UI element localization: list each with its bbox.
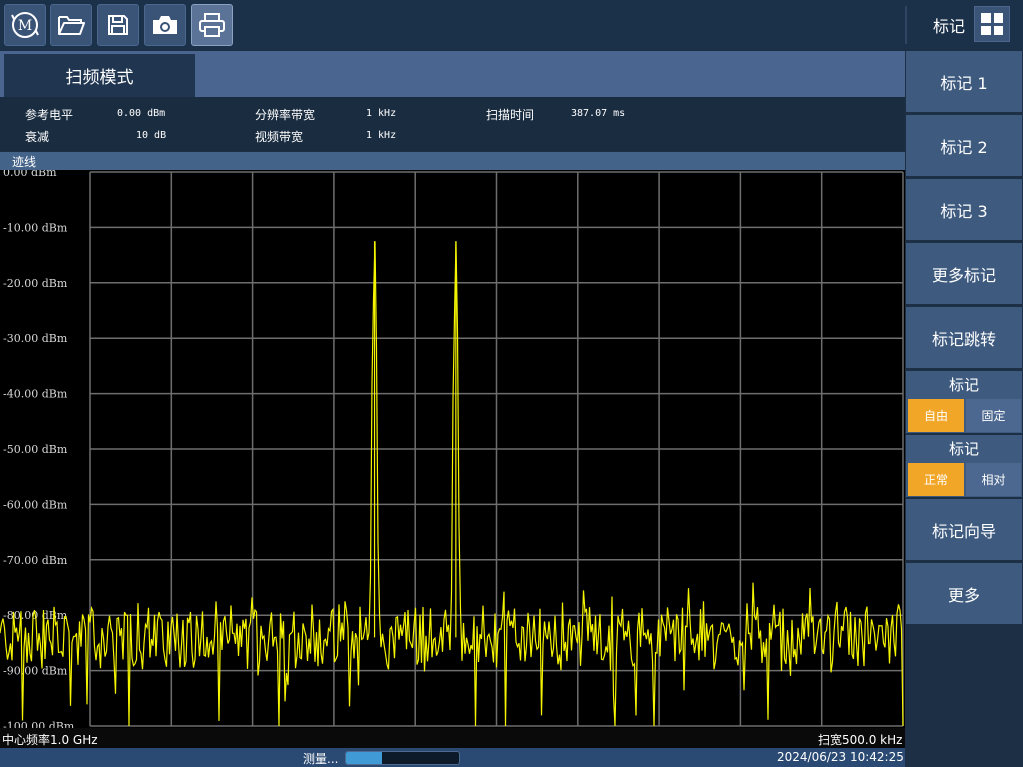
progress-fill bbox=[346, 752, 383, 764]
mode-button[interactable]: M bbox=[4, 4, 46, 46]
spectrum-chart: 0.00 dBm -10.00 dBm -20.00 dBm -30.00 dBm -4… bbox=[0, 170, 904, 728]
camera-icon bbox=[153, 16, 177, 34]
datetime: 2024/06/23 10:42:25 bbox=[777, 750, 904, 764]
marker-relative-toggle[interactable]: 相对 bbox=[966, 463, 1021, 496]
y-tick-label: -10.00 dBm bbox=[3, 221, 68, 234]
atten-value: 10 dB bbox=[136, 130, 167, 141]
marker-3-button[interactable]: 标记 3 bbox=[906, 179, 1022, 240]
ref-level-value: 0.00 dBm bbox=[117, 108, 166, 119]
span-value[interactable]: 扫宽500.0 kHz bbox=[818, 731, 902, 748]
y-tick-label: 0.00 dBm bbox=[3, 170, 57, 179]
marker-type-group: 标记 正常 相对 bbox=[906, 435, 1022, 497]
menu-title: 标记 bbox=[933, 17, 966, 36]
marker-mode-label: 标记 bbox=[948, 376, 979, 394]
spectrum-trace bbox=[0, 241, 904, 727]
trace-bar[interactable]: 迹线 bbox=[0, 152, 905, 170]
marker-normal-toggle[interactable]: 正常 bbox=[908, 463, 964, 496]
ref-level-label: 参考电平 bbox=[25, 108, 74, 122]
y-tick-label: -40.00 dBm bbox=[3, 388, 68, 401]
y-tick-label: -60.00 dBm bbox=[3, 498, 68, 511]
printer-icon bbox=[199, 13, 225, 37]
y-tick-label: -100.00 dBm bbox=[3, 720, 75, 728]
print-button[interactable] bbox=[191, 4, 233, 46]
marker-type-label: 标记 bbox=[948, 440, 979, 458]
tab-bar: 扫频模式 bbox=[0, 51, 905, 97]
y-tick-label: -30.00 dBm bbox=[3, 332, 68, 345]
open-button[interactable] bbox=[50, 4, 92, 46]
save-button[interactable] bbox=[97, 4, 139, 46]
rbw-value: 1 kHz bbox=[366, 108, 397, 119]
marker-free-toggle[interactable]: 自由 bbox=[908, 399, 964, 432]
measurement-status-bar: 测量... 2024/06/23 10:42:25 bbox=[0, 748, 905, 767]
svg-text:M: M bbox=[18, 18, 32, 34]
marker-jump-button[interactable]: 标记跳转 bbox=[906, 307, 1022, 368]
measuring-text: 测量... bbox=[303, 752, 339, 766]
side-menu: 标记 1 标记 2 标记 3 更多标记 标记跳转 标记 自由 固定 标记 正常 … bbox=[906, 51, 1023, 767]
toolbar-divider bbox=[905, 6, 907, 44]
y-tick-label: -20.00 dBm bbox=[3, 277, 68, 290]
marker-wizard-button[interactable]: 标记向导 bbox=[906, 499, 1022, 560]
atten-label: 衰减 bbox=[25, 130, 50, 144]
center-frequency[interactable]: 中心频率1.0 GHz bbox=[2, 731, 98, 748]
marker-1-button[interactable]: 标记 1 bbox=[906, 51, 1022, 112]
sweep-time-value: 387.07 ms bbox=[571, 108, 626, 119]
m-logo-icon: M bbox=[11, 12, 39, 38]
marker-2-button[interactable]: 标记 2 bbox=[906, 115, 1022, 176]
vbw-value: 1 kHz bbox=[366, 130, 397, 141]
save-icon bbox=[108, 15, 128, 35]
rbw-label: 分辨率带宽 bbox=[255, 108, 316, 122]
frequency-status-bar: 中心频率1.0 GHz 扫宽500.0 kHz bbox=[0, 728, 905, 748]
parameter-panel: 参考电平 0.00 dBm 衰减 10 dB 分辨率带宽 1 kHz 视频带宽 … bbox=[0, 97, 905, 151]
sweep-time-label: 扫描时间 bbox=[486, 108, 535, 122]
measurement-progress bbox=[345, 751, 460, 765]
y-tick-label: -90.00 dBm bbox=[3, 665, 68, 678]
top-toolbar: M 标记 bbox=[0, 0, 1023, 49]
marker-mode-group: 标记 自由 固定 bbox=[906, 371, 1022, 433]
spectrum-plot[interactable]: 0.00 dBm -10.00 dBm -20.00 dBm -30.00 dBm -4… bbox=[0, 170, 905, 728]
more-button[interactable]: 更多 bbox=[906, 563, 1022, 624]
folder-icon bbox=[58, 16, 85, 35]
more-markers-button[interactable]: 更多标记 bbox=[906, 243, 1022, 304]
vbw-label: 视频带宽 bbox=[255, 130, 304, 144]
grid-icon[interactable] bbox=[974, 6, 1010, 42]
trace-label: 迹线 bbox=[12, 155, 37, 169]
y-tick-label: -50.00 dBm bbox=[3, 443, 68, 456]
y-tick-label: -70.00 dBm bbox=[3, 554, 68, 567]
marker-fixed-toggle[interactable]: 固定 bbox=[966, 399, 1021, 432]
tab-sweep-mode[interactable]: 扫频模式 bbox=[4, 54, 195, 97]
screenshot-button[interactable] bbox=[144, 4, 186, 46]
